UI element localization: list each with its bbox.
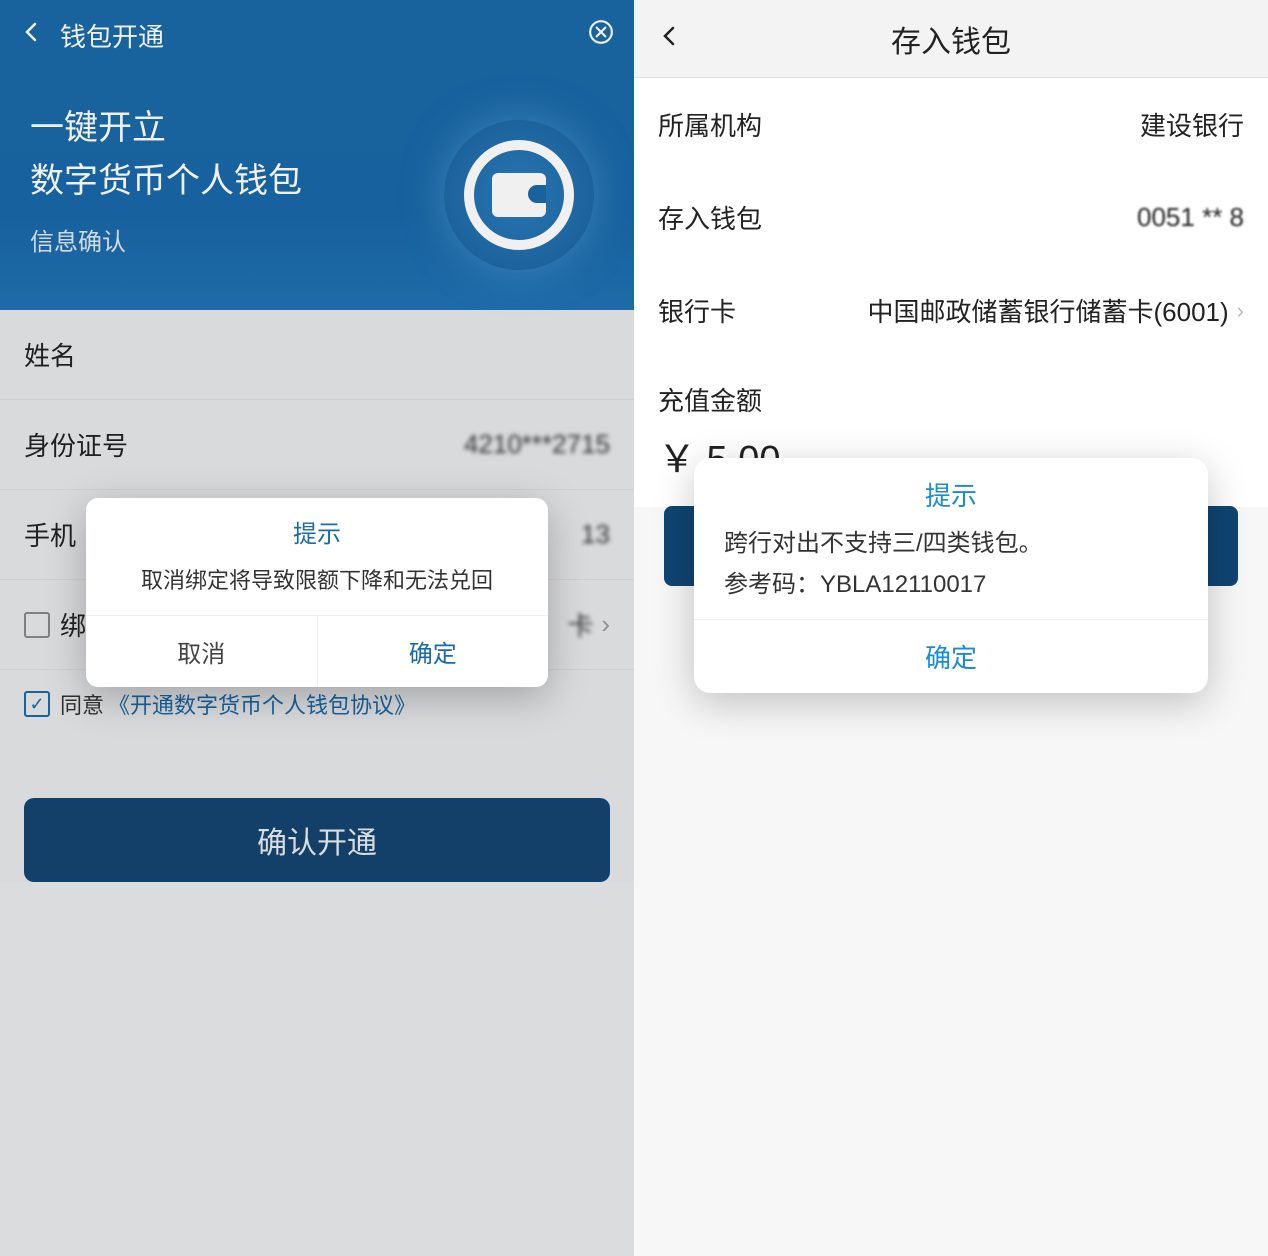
wallet-label: 存入钱包 bbox=[658, 199, 762, 236]
bind-checkbox[interactable] bbox=[24, 612, 50, 638]
agree-prefix: 同意 bbox=[60, 688, 104, 720]
agree-checkbox[interactable]: ✓ bbox=[24, 691, 50, 717]
name-label: 姓名 bbox=[24, 336, 76, 373]
back-icon[interactable] bbox=[20, 18, 50, 52]
amount-label: 充值金额 bbox=[634, 357, 1268, 422]
bankcard-row[interactable]: 银行卡 中国邮政储蓄银行储蓄卡(6001) › bbox=[634, 264, 1268, 357]
bankcard-value: 中国邮政储蓄银行储蓄卡(6001) bbox=[868, 292, 1229, 329]
org-value: 建设银行 bbox=[1140, 106, 1244, 143]
wallet-value: 0051 ** 8 bbox=[1137, 202, 1244, 233]
right-dialog-code: 参考码：YBLA12110017 bbox=[694, 564, 1208, 619]
left-dialog: 提示 取消绑定将导致限额下降和无法兑回 取消 确定 bbox=[86, 498, 548, 687]
wallet-icon bbox=[444, 120, 594, 270]
left-topbar: 钱包开通 bbox=[0, 0, 634, 70]
id-row[interactable]: 身份证号 4210***2715 bbox=[0, 400, 634, 490]
close-icon[interactable] bbox=[574, 19, 614, 52]
right-dialog-title: 提示 bbox=[694, 458, 1208, 519]
id-value: 4210***2715 bbox=[464, 429, 610, 460]
code-label: 参考码： bbox=[724, 571, 820, 598]
agreement-link[interactable]: 《开通数字货币个人钱包协议》 bbox=[108, 688, 416, 720]
right-dialog-message: 跨行对出不支持三/四类钱包。 bbox=[694, 519, 1208, 564]
left-title: 钱包开通 bbox=[50, 17, 574, 54]
phone-value: 13 bbox=[581, 519, 610, 550]
left-dialog-buttons: 取消 确定 bbox=[86, 615, 548, 687]
bankcard-label: 银行卡 bbox=[658, 292, 736, 329]
back-icon[interactable] bbox=[658, 22, 688, 56]
left-dialog-cancel-button[interactable]: 取消 bbox=[86, 616, 318, 687]
code-value: YBLA12110017 bbox=[820, 571, 986, 598]
bind-label: 绑 bbox=[60, 606, 86, 643]
chevron-right-icon: › bbox=[601, 609, 610, 640]
id-label: 身份证号 bbox=[24, 426, 128, 463]
bind-value: 卡 bbox=[567, 606, 593, 643]
left-dialog-message: 取消绑定将导致限额下降和无法兑回 bbox=[86, 557, 548, 615]
chevron-right-icon: › bbox=[1237, 298, 1244, 324]
right-title: 存入钱包 bbox=[688, 17, 1214, 61]
right-topbar: 存入钱包 bbox=[634, 0, 1268, 78]
right-dialog-ok-button[interactable]: 确定 bbox=[694, 619, 1208, 693]
org-label: 所属机构 bbox=[658, 106, 762, 143]
phone-label: 手机 bbox=[24, 516, 76, 553]
hero-banner: 一键开立 数字货币个人钱包 信息确认 bbox=[0, 70, 634, 310]
confirm-open-button[interactable]: 确认开通 bbox=[24, 798, 610, 882]
org-row: 所属机构 建设银行 bbox=[634, 78, 1268, 171]
wallet-row[interactable]: 存入钱包 0051 ** 8 bbox=[634, 171, 1268, 264]
right-dialog: 提示 跨行对出不支持三/四类钱包。 参考码：YBLA12110017 确定 bbox=[694, 458, 1208, 693]
left-dialog-ok-button[interactable]: 确定 bbox=[318, 616, 549, 687]
right-screen: 存入钱包 所属机构 建设银行 存入钱包 0051 ** 8 银行卡 中国邮政储蓄… bbox=[634, 0, 1268, 1256]
left-dialog-title: 提示 bbox=[86, 498, 548, 557]
name-row[interactable]: 姓名 bbox=[0, 310, 634, 400]
left-screen: 钱包开通 一键开立 数字货币个人钱包 信息确认 姓名 身份证号 4210***2… bbox=[0, 0, 634, 1256]
